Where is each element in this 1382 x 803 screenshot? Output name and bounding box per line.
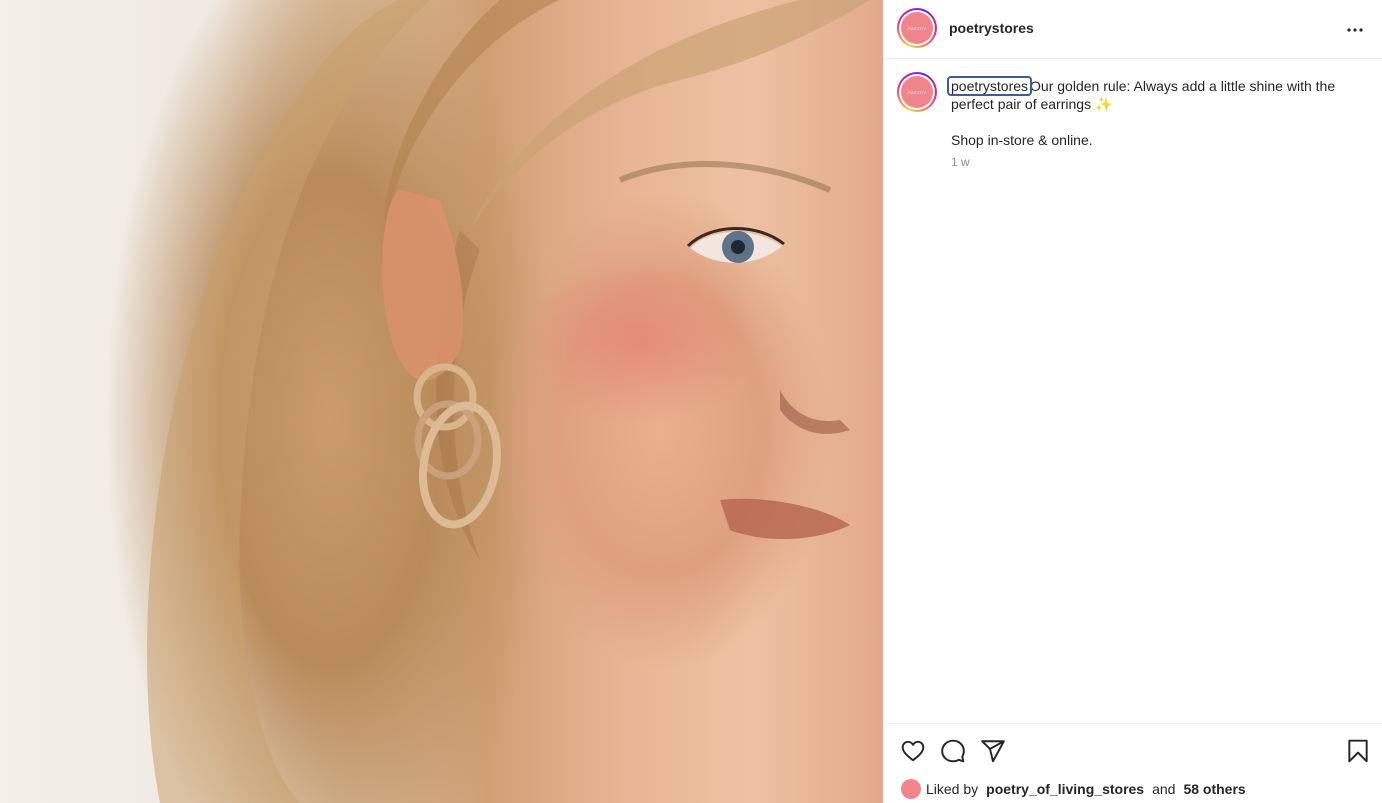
caption-avatar[interactable]: POETRY: [897, 72, 937, 112]
likes-summary: Liked by poetry_of_living_stores and 58 …: [901, 779, 1246, 799]
liker-username-link[interactable]: poetry_of_living_stores: [986, 781, 1144, 797]
heart-icon[interactable]: [900, 738, 926, 764]
likes-prefix: Liked by: [926, 781, 979, 797]
comment-icon[interactable]: [940, 738, 966, 764]
bookmark-icon[interactable]: [1345, 738, 1371, 764]
liker-avatar[interactable]: [901, 779, 921, 799]
more-horizontal-icon[interactable]: [1343, 18, 1367, 42]
post-header: POETRY poetrystores: [884, 0, 1382, 59]
post-photo: [0, 0, 883, 803]
avatar-image: POETRY: [901, 12, 933, 44]
header-username[interactable]: poetrystores: [949, 20, 1034, 36]
post-sidebar: POETRY poetrystores POETRY poetrystores O…: [883, 0, 1382, 803]
caption-username-link[interactable]: poetrystores: [946, 76, 1033, 96]
caption-second-line: Shop in-store & online.: [951, 132, 1093, 148]
paper-plane-icon[interactable]: [980, 738, 1006, 764]
post-timestamp[interactable]: 1 w: [951, 155, 970, 169]
actions-bar: Liked by poetry_of_living_stores and 58 …: [884, 723, 1382, 803]
likes-conjunction: and: [1152, 781, 1176, 797]
likes-others-link[interactable]: 58 others: [1183, 781, 1245, 797]
avatar-image: POETRY: [901, 76, 933, 108]
photo-eye-illustration: [686, 227, 785, 263]
header-avatar[interactable]: POETRY: [897, 8, 937, 48]
photo-earring-illustration: [413, 363, 501, 529]
caption-text: poetrystores Our golden rule: Always add …: [946, 76, 1351, 149]
